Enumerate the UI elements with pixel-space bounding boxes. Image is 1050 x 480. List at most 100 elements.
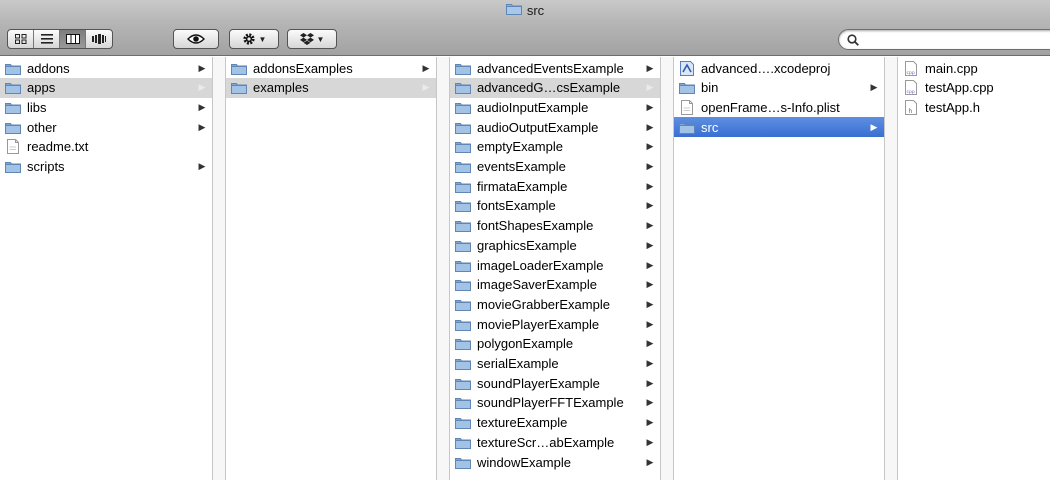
disclosure-arrow-icon: ▶ bbox=[646, 82, 654, 93]
search-field[interactable] bbox=[838, 29, 1050, 50]
coverflow-icon bbox=[92, 34, 106, 44]
dropbox-menu-button[interactable]: ▼ bbox=[287, 29, 337, 49]
folder-icon bbox=[679, 81, 695, 95]
item-label: imageSaverExample bbox=[477, 277, 597, 293]
list-item[interactable]: apps ▶ bbox=[0, 77, 212, 98]
item-label: textureExample bbox=[477, 415, 568, 431]
folder-icon bbox=[455, 238, 471, 252]
column-1: addons ▶ apps ▶ libs ▶ other ▶ readme.txt scripts… bbox=[0, 57, 212, 480]
list-item[interactable]: textureScr…abExample ▶ bbox=[450, 432, 660, 452]
item-label: main.cpp bbox=[925, 60, 978, 76]
window-title: src bbox=[526, 2, 545, 18]
column-resize-handle[interactable] bbox=[884, 57, 898, 480]
column-resize-handle[interactable] bbox=[212, 57, 226, 480]
column-view-button[interactable] bbox=[60, 30, 86, 48]
folder-icon bbox=[455, 278, 471, 292]
list-item[interactable]: h testApp.h bbox=[898, 97, 1050, 117]
list-item[interactable]: fontShapesExample ▶ bbox=[450, 216, 660, 236]
item-label: testApp.cpp bbox=[925, 80, 994, 96]
folder-icon bbox=[455, 376, 471, 390]
folder-icon bbox=[5, 160, 21, 174]
folder-icon bbox=[455, 357, 471, 371]
list-item[interactable]: readme.txt bbox=[0, 137, 212, 157]
item-label: bin bbox=[701, 80, 719, 96]
document-icon bbox=[679, 99, 695, 115]
list-item[interactable]: graphicsExample ▶ bbox=[450, 235, 660, 255]
list-item[interactable]: advancedEventsExample ▶ bbox=[450, 58, 660, 78]
action-menu-button[interactable]: ▼ bbox=[229, 29, 279, 49]
list-item[interactable]: audioInputExample ▶ bbox=[450, 97, 660, 117]
svg-text:h: h bbox=[909, 108, 913, 115]
list-item[interactable]: soundPlayerExample ▶ bbox=[450, 373, 660, 393]
columns-icon bbox=[65, 34, 80, 44]
item-label: addonsExamples bbox=[253, 60, 353, 76]
list-view-button[interactable] bbox=[34, 30, 60, 48]
list-item[interactable]: audioOutputExample ▶ bbox=[450, 117, 660, 137]
list-item[interactable]: src ▶ bbox=[674, 117, 884, 138]
list-item[interactable]: cpp main.cpp bbox=[898, 58, 1050, 78]
list-item[interactable]: movieGrabberExample ▶ bbox=[450, 294, 660, 314]
folder-icon bbox=[455, 396, 471, 410]
disclosure-arrow-icon: ▶ bbox=[646, 220, 654, 231]
item-label: openFrame…s-Info.plist bbox=[701, 99, 840, 115]
item-label: soundPlayerExample bbox=[477, 375, 600, 391]
list-item[interactable]: addonsExamples ▶ bbox=[226, 58, 436, 78]
item-label: libs bbox=[27, 99, 47, 115]
xcode-project-icon bbox=[679, 60, 695, 76]
list-item[interactable]: textureExample ▶ bbox=[450, 413, 660, 433]
list-item[interactable]: openFrame…s-Info.plist bbox=[674, 97, 884, 117]
list-item[interactable]: imageLoaderExample ▶ bbox=[450, 255, 660, 275]
list-item[interactable]: imageSaverExample ▶ bbox=[450, 275, 660, 295]
dropbox-icon bbox=[299, 33, 314, 45]
item-label: firmataExample bbox=[477, 178, 568, 194]
folder-icon bbox=[231, 61, 247, 75]
window-title-group: src bbox=[505, 2, 545, 18]
coverflow-view-button[interactable] bbox=[86, 30, 112, 48]
list-item[interactable]: soundPlayerFFTExample ▶ bbox=[450, 393, 660, 413]
column-4: advanced….xcodeproj bin ▶ openFrame…s-Info.… bbox=[674, 57, 884, 480]
item-label: soundPlayerFFTExample bbox=[477, 395, 624, 411]
toolbar: ▼ ▼ bbox=[0, 20, 1050, 56]
item-label: examples bbox=[253, 80, 309, 96]
folder-icon bbox=[455, 179, 471, 193]
list-item[interactable]: polygonExample ▶ bbox=[450, 334, 660, 354]
folder-icon bbox=[455, 199, 471, 213]
icon-view-button[interactable] bbox=[8, 30, 34, 48]
quick-look-button[interactable] bbox=[173, 29, 219, 49]
list-item[interactable]: addons ▶ bbox=[0, 58, 212, 78]
list-item[interactable]: advanced….xcodeproj bbox=[674, 58, 884, 78]
grid-icon bbox=[14, 34, 26, 44]
disclosure-arrow-icon: ▶ bbox=[198, 62, 206, 73]
item-label: graphicsExample bbox=[477, 237, 577, 253]
list-item[interactable]: bin ▶ bbox=[674, 78, 884, 98]
list-item[interactable]: windowExample ▶ bbox=[450, 452, 660, 472]
folder-icon bbox=[505, 2, 522, 18]
item-label: textureScr…abExample bbox=[477, 434, 615, 450]
item-label: audioOutputExample bbox=[477, 119, 599, 135]
disclosure-arrow-icon: ▶ bbox=[646, 279, 654, 290]
list-item[interactable]: firmataExample ▶ bbox=[450, 176, 660, 196]
list-item[interactable]: other ▶ bbox=[0, 117, 212, 137]
list-item[interactable]: serialExample ▶ bbox=[450, 354, 660, 374]
column-resize-handle[interactable] bbox=[436, 57, 450, 480]
item-label: audioInputExample bbox=[477, 99, 589, 115]
disclosure-arrow-icon: ▶ bbox=[646, 436, 654, 447]
list-item[interactable]: examples ▶ bbox=[226, 77, 436, 98]
list-item[interactable]: cpp testApp.cpp bbox=[898, 78, 1050, 98]
disclosure-arrow-icon: ▶ bbox=[646, 358, 654, 368]
list-item[interactable]: emptyExample ▶ bbox=[450, 137, 660, 157]
list-item[interactable]: moviePlayerExample ▶ bbox=[450, 314, 660, 334]
disclosure-arrow-icon: ▶ bbox=[646, 180, 654, 191]
list-item[interactable]: libs ▶ bbox=[0, 97, 212, 117]
item-label: eventsExample bbox=[477, 159, 566, 174]
disclosure-arrow-icon: ▶ bbox=[198, 121, 206, 132]
disclosure-arrow-icon: ▶ bbox=[646, 338, 654, 349]
svg-text:cpp: cpp bbox=[907, 71, 915, 76]
column-resize-handle[interactable] bbox=[660, 57, 674, 480]
list-item[interactable]: eventsExample ▶ bbox=[450, 157, 660, 177]
list-item[interactable]: scripts ▶ bbox=[0, 157, 212, 177]
list-item[interactable]: fontsExample ▶ bbox=[450, 196, 660, 216]
disclosure-arrow-icon: ▶ bbox=[646, 259, 654, 270]
chevron-down-icon: ▼ bbox=[258, 34, 267, 44]
list-item[interactable]: advancedG…csExample ▶ bbox=[450, 77, 660, 98]
